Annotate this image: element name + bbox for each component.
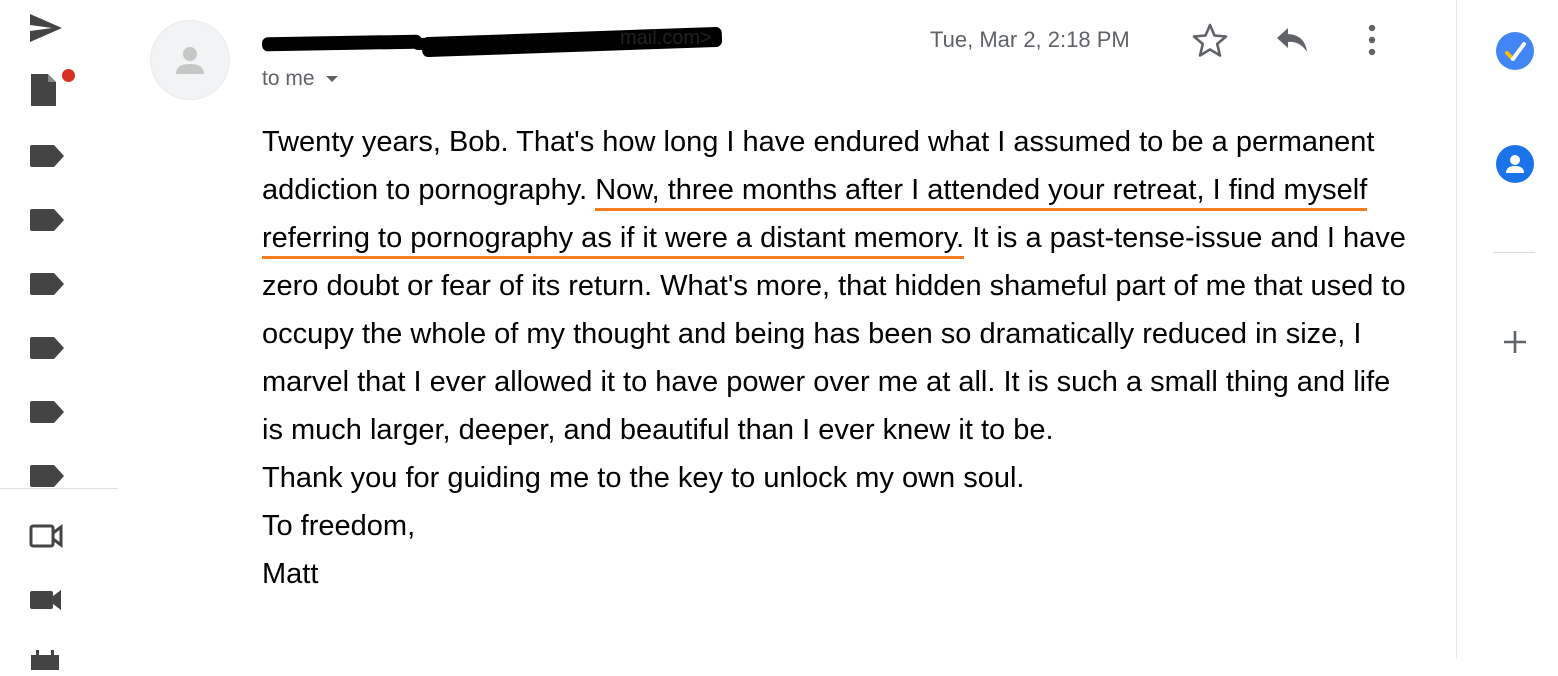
left-rail [0,0,118,670]
rail-divider [0,488,118,489]
side-panel-divider [1493,252,1535,253]
star-icon [1192,23,1228,57]
body-paragraph: Twenty years, Bob. That's how long I hav… [262,126,1406,446]
send-icon[interactable] [28,10,68,46]
reply-icon [1277,28,1307,52]
body-paragraph: Thank you for guiding me to the key to u… [262,462,1025,494]
contacts-icon[interactable] [1496,145,1534,183]
right-side-panel [1456,0,1558,659]
recipient-label: to me [262,67,315,90]
video-call-icon[interactable] [28,518,68,554]
recipient-dropdown[interactable]: to me [262,67,339,91]
calendar-icon[interactable] [28,640,68,676]
label-icon[interactable] [28,330,68,366]
camera-icon[interactable] [28,582,68,618]
label-icon[interactable] [28,394,68,430]
more-options-button[interactable] [1352,20,1392,60]
chevron-down-icon [325,76,338,82]
label-icon[interactable] [28,138,68,174]
redaction-mark [261,34,423,52]
closing-line: To freedom, [262,510,416,542]
person-icon [176,47,204,74]
more-vert-icon [1368,24,1376,56]
signature: Matt [262,558,319,590]
avatar [150,20,230,100]
message-body: Twenty years, Bob. That's how long I hav… [262,118,1412,598]
add-icon[interactable] [1496,323,1534,361]
star-button[interactable] [1190,20,1230,60]
label-icon[interactable] [28,202,68,238]
tasks-icon[interactable] [1496,32,1534,70]
label-icon[interactable] [28,266,68,302]
sender-email: mail.com> [620,27,712,49]
message-timestamp: Tue, Mar 2, 2:18 PM [930,27,1130,52]
unread-badge [62,69,75,82]
reply-button[interactable] [1272,20,1312,60]
